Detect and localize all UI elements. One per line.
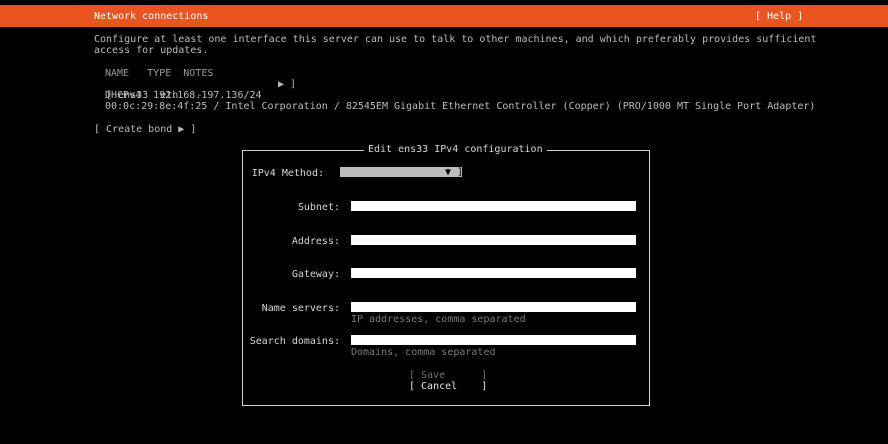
interface-table-header: NAME TYPE NOTES	[105, 68, 214, 79]
gateway-input[interactable]	[351, 268, 636, 278]
save-button[interactable]: [ Save ]	[409, 370, 487, 381]
create-bond-button[interactable]: [ Create bond ▶ ]	[94, 124, 196, 135]
address-input[interactable]	[351, 235, 636, 245]
subnet-label: Subnet:	[297, 202, 340, 213]
chevron-down-icon: ▼ ]	[445, 167, 464, 178]
ipv4-method-value: [ Manual	[352, 178, 401, 189]
intro-line-1: Configure at least one interface this se…	[94, 34, 817, 45]
address-label: Address:	[291, 236, 340, 247]
name-servers-hint: IP addresses, comma separated	[351, 314, 526, 325]
search-domains-hint: Domains, comma separated	[351, 347, 496, 358]
dialog-title: Edit ens33 IPv4 configuration	[364, 144, 547, 155]
title-bar: Network connections [ Help ]	[0, 5, 888, 27]
search-domains-label: Search domains:	[249, 336, 340, 347]
page-title: Network connections	[94, 11, 209, 22]
name-servers-input[interactable]	[351, 302, 636, 312]
ipv4-method-label: IPv4 Method:	[251, 168, 324, 179]
gateway-label: Gateway:	[291, 269, 340, 280]
interface-mac-info: 00:0c:29:8e:4f:25 / Intel Corporation / …	[105, 101, 816, 112]
intro-line-2: access for updates.	[94, 45, 209, 56]
help-button[interactable]: [ Help ]	[755, 11, 803, 22]
cancel-button[interactable]: [ Cancel ]	[409, 381, 487, 392]
ipv4-method-select[interactable]: [ Manual ▼ ]	[340, 167, 464, 189]
interface-dhcp-info: DHCPv4 192.168.197.136/24	[105, 90, 262, 101]
search-domains-input[interactable]	[351, 335, 636, 345]
interface-row-arrow-icon[interactable]: ▶ ]	[278, 79, 296, 90]
subnet-input[interactable]	[351, 201, 636, 211]
name-servers-label: Name servers:	[261, 303, 340, 314]
